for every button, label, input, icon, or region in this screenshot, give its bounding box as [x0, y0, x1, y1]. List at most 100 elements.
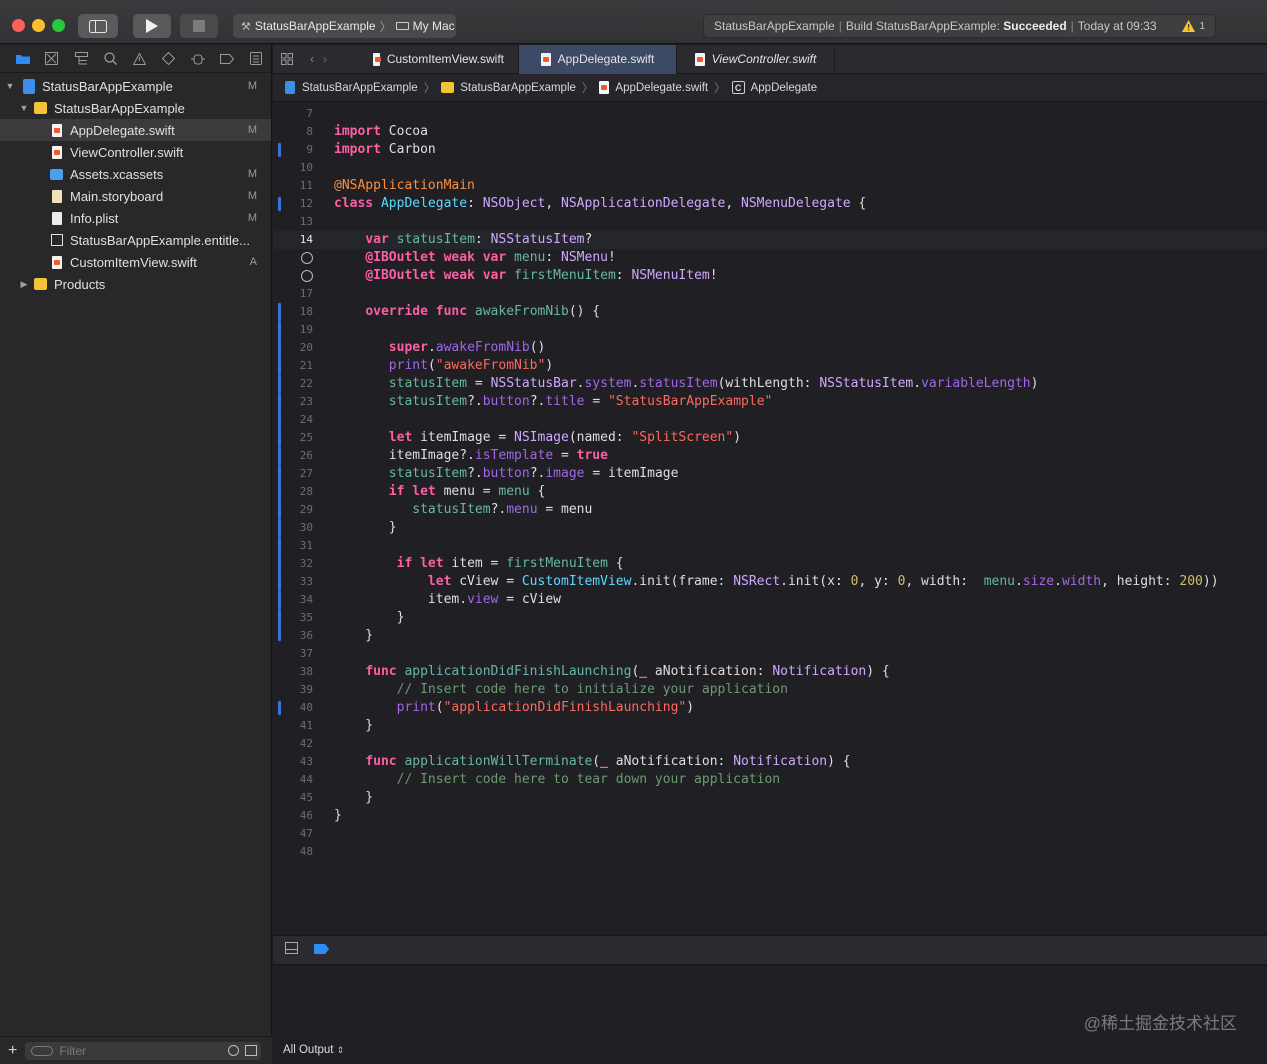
mac-icon [395, 22, 409, 30]
change-marker[interactable] [278, 375, 281, 393]
change-marker[interactable] [278, 609, 281, 627]
breadcrumb-project[interactable]: StatusBarAppExample [302, 82, 418, 94]
source-control-icon[interactable] [37, 52, 66, 65]
line-number: 34 [299, 593, 313, 606]
output-selector-label: All Output [283, 1044, 334, 1056]
breakpoints-toggle-icon[interactable] [314, 941, 330, 959]
breadcrumb-file[interactable]: AppDelegate.swift [615, 82, 708, 94]
tree-item-file[interactable]: Main.storyboard M [0, 185, 271, 207]
chevron-updown-icon: ⇕ [336, 1045, 345, 1055]
line-number: 40 [299, 701, 313, 714]
code-line: 33 let cView = CustomItemView.init(frame… [273, 573, 1267, 591]
back-icon[interactable]: ‹ [301, 52, 323, 66]
tree-item-file[interactable]: Info.plist M [0, 207, 271, 229]
tree-item-label: StatusBarAppExample [42, 78, 173, 94]
stop-button[interactable] [180, 14, 218, 38]
symbol-navigator-icon[interactable] [66, 52, 95, 65]
scm-filter-icon[interactable] [245, 1045, 258, 1056]
tree-item-file[interactable]: ViewController.swift [0, 141, 271, 163]
chevron-right-icon: 〉 [581, 82, 594, 95]
breadcrumb-symbol[interactable]: AppDelegate [751, 82, 818, 94]
hide-debug-area-icon[interactable] [285, 941, 298, 959]
scheme-selector[interactable]: ⚒ StatusBarAppExample 〉 My Mac [233, 14, 456, 38]
scm-status-badge: M [247, 190, 257, 202]
toggle-navigator-button[interactable] [78, 14, 118, 38]
add-icon[interactable]: + [8, 1042, 17, 1060]
line-number: 20 [299, 341, 313, 354]
entitlements-icon [50, 233, 63, 248]
change-marker[interactable] [278, 519, 281, 537]
tree-item-label: Info.plist [70, 210, 119, 226]
outlet-connection-icon[interactable] [301, 270, 313, 282]
code-line: 8 import Cocoa [273, 123, 1267, 141]
swift-file-icon [599, 81, 610, 94]
change-marker[interactable] [278, 627, 281, 641]
change-marker[interactable] [278, 537, 281, 555]
disclosure-open-icon[interactable]: ▼ [4, 81, 16, 91]
zoom-window-button[interactable] [52, 19, 65, 32]
watermark: @稀土掘金技术社区 [1083, 1014, 1237, 1033]
change-marker[interactable] [278, 501, 281, 519]
tab-appdelegate[interactable]: AppDelegate.swift [519, 44, 677, 74]
change-marker[interactable] [278, 321, 281, 339]
code-line: 46} [273, 807, 1267, 825]
run-button[interactable] [133, 14, 171, 38]
console-area[interactable]: All Output ⇕ @稀土掘金技术社区 [273, 966, 1267, 1064]
issue-navigator-icon[interactable] [125, 52, 154, 65]
line-number: 44 [299, 773, 313, 786]
warning-indicator[interactable]: 1 [1182, 20, 1205, 32]
change-marker[interactable] [278, 393, 281, 411]
change-marker[interactable] [278, 339, 281, 357]
navigator-filter-field[interactable]: Filter [25, 1041, 262, 1060]
tab-customitemview[interactable]: CustomItemView.swift [359, 44, 519, 74]
change-marker[interactable] [278, 447, 281, 465]
stop-icon [193, 20, 205, 32]
tree-item-group[interactable]: ▼ StatusBarAppExample [0, 97, 271, 119]
disclosure-closed-icon[interactable]: ▶ [18, 279, 30, 290]
change-marker[interactable] [278, 411, 281, 429]
change-marker[interactable] [278, 701, 281, 715]
change-marker[interactable] [278, 555, 281, 573]
change-marker[interactable] [278, 429, 281, 447]
tree-item-group[interactable]: ▶ Products [0, 273, 271, 295]
code-line: 47 [273, 825, 1267, 843]
status-separator: | [1070, 19, 1074, 33]
change-marker[interactable] [278, 357, 281, 375]
folder-icon[interactable] [8, 53, 37, 64]
tree-item-label: StatusBarAppExample [54, 100, 185, 116]
change-marker[interactable] [278, 303, 281, 321]
outlet-connection-icon[interactable] [301, 252, 313, 264]
related-items-icon[interactable] [273, 53, 301, 65]
breakpoint-navigator-icon[interactable] [213, 53, 242, 64]
recent-files-icon[interactable] [228, 1045, 240, 1056]
disclosure-open-icon[interactable]: ▼ [18, 103, 30, 113]
source-editor[interactable]: 7 8 import Cocoa 9 import Carbon 10 11 @NSA… [273, 105, 1267, 934]
tree-item-file[interactable]: StatusBarAppExample.entitle... [0, 229, 271, 251]
search-icon[interactable] [96, 52, 125, 65]
change-marker[interactable] [278, 465, 281, 483]
debug-navigator-icon[interactable] [183, 53, 212, 65]
line-number: 43 [299, 755, 313, 768]
change-marker[interactable] [278, 197, 281, 211]
status-prefix: Build StatusBarAppExample: [845, 19, 1000, 33]
tree-item-file[interactable]: Assets.xcassets M [0, 163, 271, 185]
tree-item-file[interactable]: AppDelegate.swift M [0, 119, 271, 141]
breadcrumb-group[interactable]: StatusBarAppExample [460, 82, 576, 94]
change-marker[interactable] [278, 573, 281, 591]
close-window-button[interactable] [12, 19, 25, 32]
tab-viewcontroller[interactable]: ViewController.swift [677, 44, 835, 74]
change-marker[interactable] [278, 591, 281, 609]
output-selector[interactable]: All Output ⇕ [283, 1044, 344, 1056]
chevron-right-icon: 〉 [423, 82, 436, 95]
change-marker[interactable] [278, 483, 281, 501]
code-line: 40 print("applicationDidFinishLaunching"… [273, 699, 1267, 717]
tree-item-project[interactable]: ▼ StatusBarAppExample M [0, 75, 271, 97]
minimize-window-button[interactable] [32, 19, 45, 32]
code-line: 7 [273, 105, 1267, 123]
code-line: 22 statusItem = NSStatusBar.system.statu… [273, 375, 1267, 393]
report-navigator-icon[interactable] [242, 52, 271, 65]
change-marker[interactable] [278, 143, 281, 157]
tree-item-file[interactable]: CustomItemView.swift A [0, 251, 271, 273]
forward-icon[interactable]: › [323, 52, 359, 66]
test-navigator-icon[interactable] [154, 52, 183, 65]
